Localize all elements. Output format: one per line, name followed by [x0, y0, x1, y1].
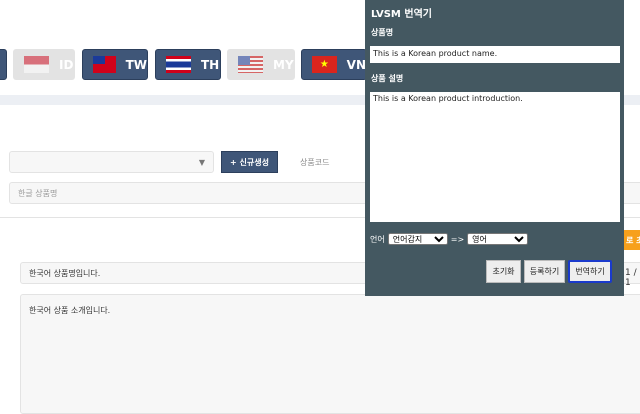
page-indicator: 1 / 1: [625, 268, 637, 288]
source-language-select[interactable]: 언어감지: [387, 233, 448, 245]
malaysia-flag-icon: [238, 56, 263, 73]
flag-button-tw[interactable]: TW: [82, 49, 148, 80]
indonesia-flag-icon: [24, 56, 49, 73]
category-select[interactable]: ▼: [9, 151, 214, 173]
new-button[interactable]: + 신규생성: [221, 151, 278, 173]
translate-button[interactable]: 번역하기: [568, 260, 612, 283]
vietnam-flag-icon: ★: [312, 56, 337, 73]
flag-button-id[interactable]: ID: [13, 49, 75, 80]
flag-button-partial[interactable]: [0, 49, 7, 80]
desc-textarea[interactable]: This is a Korean product introduction.: [370, 92, 620, 222]
name-label: 상품명: [371, 28, 394, 37]
flag-button-th[interactable]: TH: [155, 49, 221, 80]
name-input[interactable]: This is a Korean product name.: [370, 46, 620, 63]
taiwan-flag-icon: [93, 56, 116, 73]
flag-button-my[interactable]: MY: [227, 49, 295, 80]
target-language-select[interactable]: 영어: [467, 233, 529, 245]
orange-button[interactable]: 로 초: [624, 230, 640, 250]
register-button[interactable]: 등록하기: [524, 260, 565, 283]
arrow-icon: =>: [450, 234, 465, 244]
translator-title: LVSM 번역기: [371, 9, 432, 20]
translator-panel: LVSM 번역기 상품명 This is a Korean product na…: [365, 0, 624, 296]
desc-label: 상품 설명: [371, 74, 404, 83]
language-label: 언어: [370, 234, 385, 244]
flag-button-vn[interactable]: ★ VN: [301, 49, 367, 80]
product-code-label: 상품코드: [300, 158, 330, 167]
korean-desc-textarea[interactable]: 한국어 상품 소개입니다.: [20, 294, 640, 414]
reset-button[interactable]: 초기화: [486, 260, 521, 283]
chevron-down-icon: ▼: [198, 157, 205, 167]
thailand-flag-icon: [166, 56, 191, 73]
